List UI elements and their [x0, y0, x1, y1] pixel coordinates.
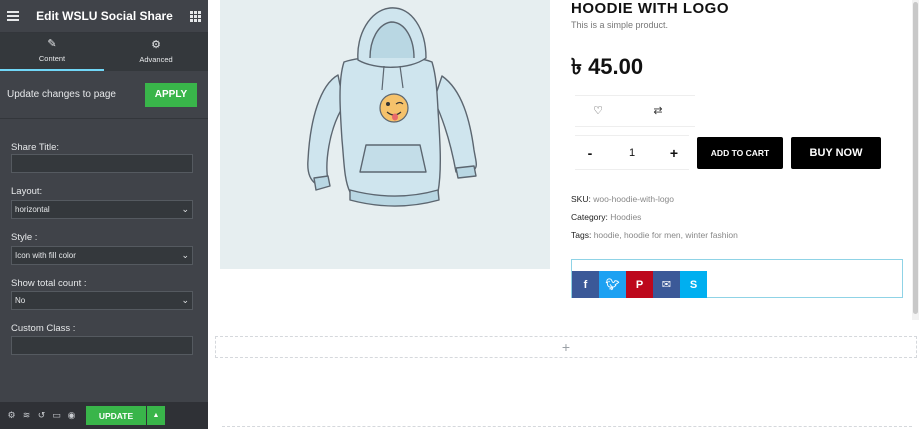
menu-icon[interactable] — [7, 11, 19, 21]
tab-advanced-label: Advanced — [139, 55, 173, 64]
history-icon[interactable]: ↺ — [34, 408, 49, 423]
layout-value: horizontal — [15, 205, 50, 214]
product-actions-row: ♡ ⇄ — [575, 95, 695, 127]
page-preview: HOODIE WITH LOGO This is a simple produc… — [208, 0, 919, 429]
social-share-widget: f 🐦︎ P ✉ S — [571, 259, 903, 298]
category-link[interactable]: Hoodies — [610, 212, 641, 222]
pencil-icon: ✎ — [47, 38, 57, 50]
panel-footer: ⚙ ≋ ↺ ▭ ◉ UPDATE ▲ — [0, 402, 208, 429]
panel-title: Edit WSLU Social Share — [36, 9, 173, 23]
compare-arrows-icon[interactable]: ⇄ — [651, 103, 665, 117]
product-tags: Tags: hoodie, hoodie for men, winter fas… — [571, 230, 738, 240]
layout-label: Layout: — [11, 186, 43, 197]
panel-tabs: ✎ Content ⚙ Advanced — [0, 33, 208, 71]
navigator-layers-icon[interactable]: ≋ — [19, 408, 34, 423]
layout-select[interactable]: horizontal ⌄ — [11, 200, 193, 219]
custom-class-label: Custom Class : — [11, 323, 76, 334]
tab-content-label: Content — [38, 54, 66, 63]
show-total-count-value: No — [15, 296, 26, 305]
preview-eye-icon[interactable]: ◉ — [64, 408, 79, 423]
update-options-caret-icon[interactable]: ▲ — [147, 406, 165, 425]
add-section-plus-icon[interactable]: + — [215, 336, 917, 358]
wishlist-heart-icon[interactable]: ♡ — [591, 103, 605, 117]
show-total-count-label: Show total count : — [11, 278, 87, 289]
skype-share-icon[interactable]: S — [680, 271, 707, 298]
style-label: Style : — [11, 232, 38, 243]
product-title: HOODIE WITH LOGO — [571, 0, 729, 17]
update-button[interactable]: UPDATE — [86, 406, 146, 425]
pinterest-share-icon[interactable]: P — [626, 271, 653, 298]
show-total-count-select[interactable]: No ⌄ — [11, 291, 193, 310]
app-root: Edit WSLU Social Share ✎ Content ⚙ Advan… — [0, 0, 919, 429]
facebook-share-icon[interactable]: f — [572, 271, 599, 298]
product-category: Category: Hoodies — [571, 212, 641, 222]
chevron-down-icon: ⌄ — [181, 250, 189, 260]
twitter-share-icon[interactable]: 🐦︎ — [599, 271, 626, 298]
page-scrollbar[interactable] — [912, 0, 919, 320]
quantity-decrease-button[interactable]: - — [575, 145, 605, 161]
settings-icon[interactable]: ⚙ — [4, 408, 19, 423]
gear-icon: ⚙ — [151, 39, 161, 51]
style-value: Icon with fill color — [15, 251, 76, 260]
chevron-down-icon: ⌄ — [181, 295, 189, 305]
product-sku: SKU: woo-hoodie-with-logo — [571, 194, 674, 204]
update-changes-row: Update changes to page APPLY — [0, 71, 208, 119]
style-select[interactable]: Icon with fill color ⌄ — [11, 246, 193, 265]
section-divider — [222, 426, 912, 427]
update-changes-text: Update changes to page — [7, 89, 116, 100]
quantity-value[interactable]: 1 — [605, 147, 659, 159]
panel-header: Edit WSLU Social Share — [0, 0, 208, 33]
share-buttons: f 🐦︎ P ✉ S — [572, 271, 707, 298]
sku-value: woo-hoodie-with-logo — [593, 194, 675, 204]
hoodie-illustration — [307, 7, 477, 207]
product-price: ৳ 45.00 — [571, 54, 644, 79]
buy-now-button[interactable]: BUY NOW — [791, 137, 881, 169]
scrollbar-thumb[interactable] — [913, 2, 918, 314]
chevron-down-icon: ⌄ — [181, 204, 189, 214]
share-title-label: Share Title: — [11, 142, 60, 153]
apply-button[interactable]: APPLY — [145, 82, 197, 107]
quantity-stepper[interactable]: - 1 + — [575, 135, 689, 170]
responsive-mode-icon[interactable]: ▭ — [49, 408, 64, 423]
category-label: Category: — [571, 212, 608, 222]
sku-label: SKU: — [571, 194, 591, 204]
settings-form: Share Title: Layout: horizontal ⌄ Style … — [0, 119, 208, 379]
product-image[interactable] — [220, 0, 550, 269]
quantity-increase-button[interactable]: + — [659, 145, 689, 161]
tab-advanced[interactable]: ⚙ Advanced — [104, 33, 208, 71]
add-to-cart-button[interactable]: ADD TO CART — [697, 137, 783, 169]
apps-grid-icon[interactable] — [189, 10, 201, 22]
custom-class-input[interactable] — [11, 336, 193, 355]
tab-content[interactable]: ✎ Content — [0, 33, 104, 71]
messenger-share-icon[interactable]: ✉ — [653, 271, 680, 298]
share-title-input[interactable] — [11, 154, 193, 173]
product-short-description: This is a simple product. — [571, 20, 669, 30]
tags-links[interactable]: hoodie, hoodie for men, winter fashion — [594, 230, 738, 240]
tags-label: Tags: — [571, 230, 592, 240]
editor-panel: Edit WSLU Social Share ✎ Content ⚙ Advan… — [0, 0, 208, 429]
